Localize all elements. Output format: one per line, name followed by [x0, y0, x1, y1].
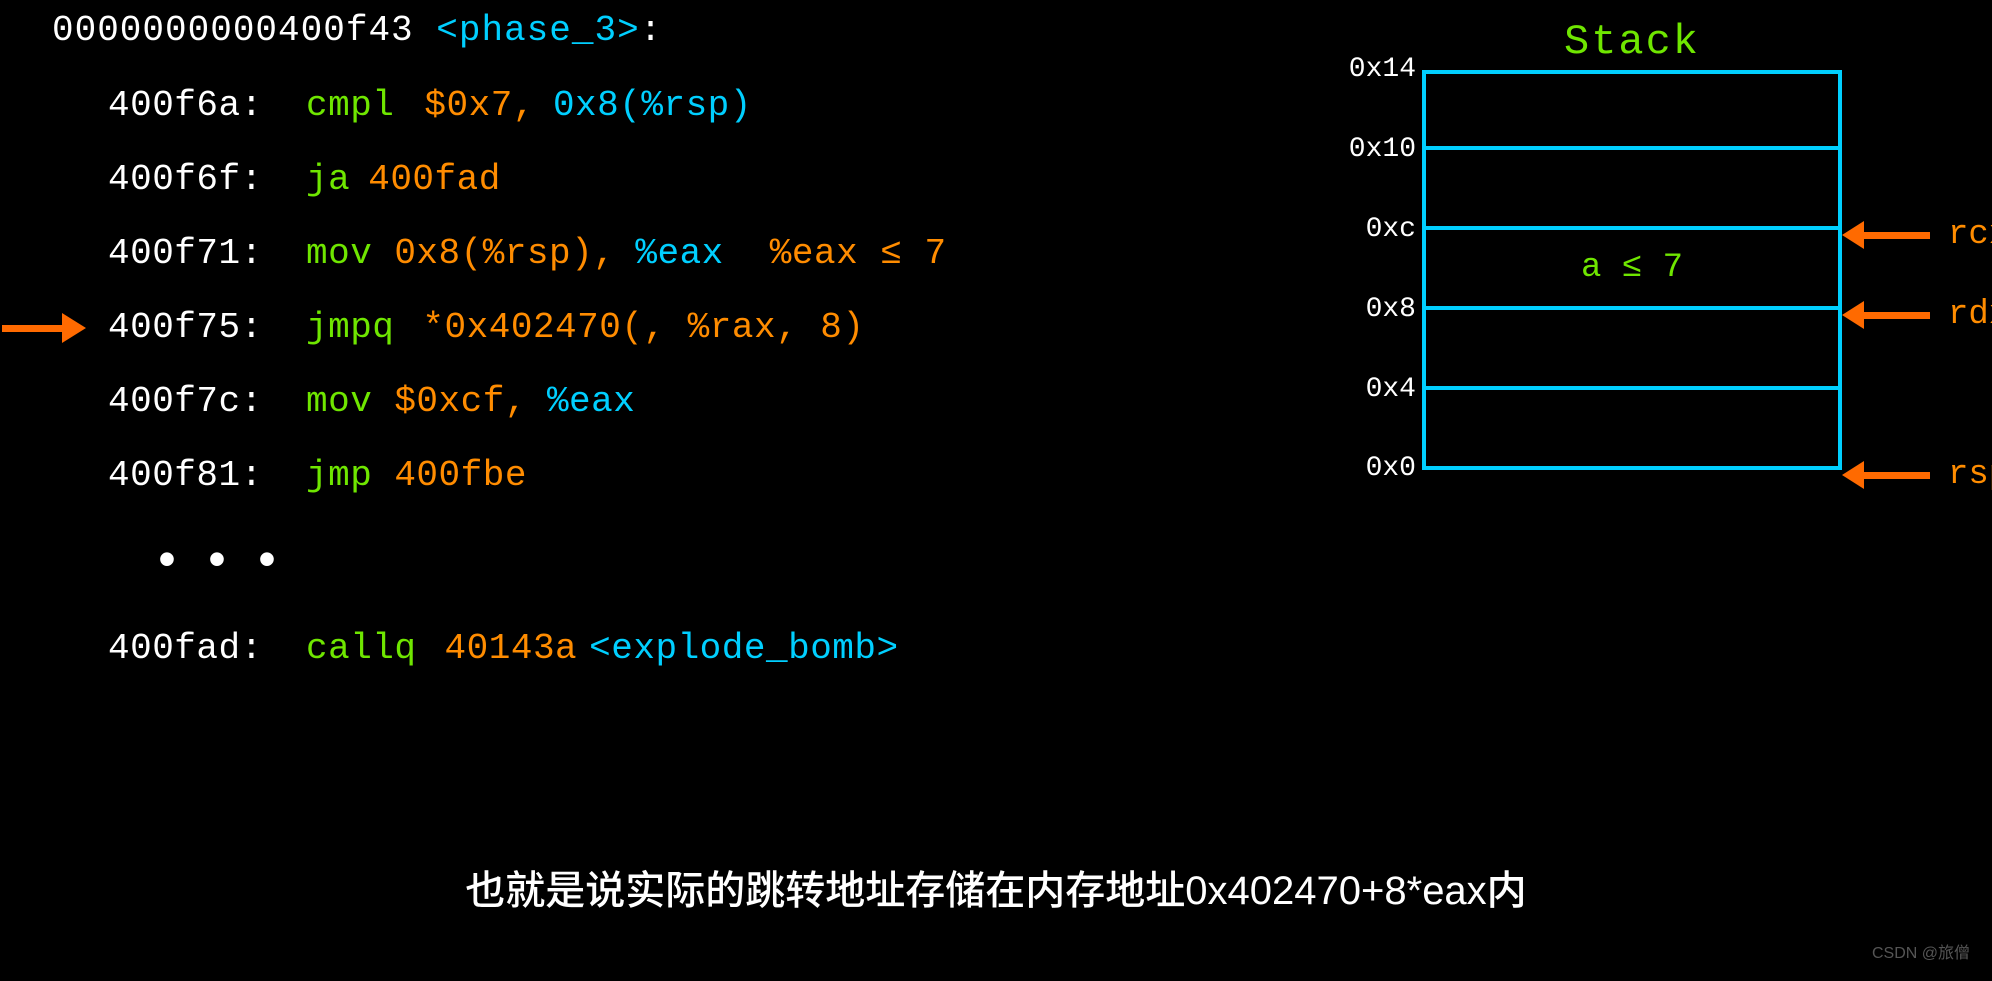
instruction-addr: 400f71:	[108, 233, 278, 274]
operand: 400fad	[368, 159, 501, 200]
instruction-line: 400f71: mov 0x8(%rsp), %eax %eax ≤ 7	[52, 233, 1102, 273]
instruction-mnemonic: jmpq	[306, 307, 394, 348]
watermark: CSDN @旅僧	[1872, 939, 1970, 963]
register-label: rsp	[1948, 456, 1992, 494]
instruction-line: 400f6f: ja 400fad	[52, 159, 1102, 199]
instruction-addr: 400f75:	[108, 307, 278, 348]
caption-text: 也就是说实际的跳转地址存储在内存地址0x402470+8*eax内	[0, 858, 1992, 916]
operand: *0x402470(, %rax, 8)	[422, 307, 864, 348]
stack-diagram: Stack 0x140x100xca ≤ 7rcx0x8rdx0x40x0rsp	[1322, 18, 1842, 470]
current-line-arrow	[2, 308, 92, 348]
instruction-mnemonic: ja	[306, 159, 350, 200]
operand: 0x8(%rsp),	[394, 233, 615, 274]
stack-offset-label: 0x14	[1322, 54, 1422, 85]
stack-row: 0x40x0rsp	[1322, 390, 1842, 470]
stack-title: Stack	[1422, 18, 1842, 66]
operand: 40143a	[445, 628, 578, 669]
instruction-mnemonic: mov	[306, 233, 372, 274]
stack-cell	[1422, 150, 1842, 230]
instruction-addr: 400f81:	[108, 455, 278, 496]
stack-offset-label: 0x10	[1322, 134, 1422, 165]
stack-offset-label: 0xc	[1322, 214, 1422, 245]
instruction-line: 400fad: callq 40143a <explode_bomb>	[52, 628, 1102, 668]
stack-cell: a ≤ 7	[1422, 230, 1842, 310]
instruction-mnemonic: mov	[306, 381, 372, 422]
stack-cell	[1422, 70, 1842, 150]
operand: %eax	[547, 381, 635, 422]
register-label: rdx	[1948, 296, 1992, 334]
instruction-addr: 400f6a:	[108, 85, 278, 126]
instruction-line: 400f6a: cmpl $0x7, 0x8(%rsp)	[52, 85, 1102, 125]
header-addr: 0000000000400f43	[52, 10, 436, 51]
instruction-line: 400f75: jmpq *0x402470(, %rax, 8)	[52, 307, 1102, 347]
operand: %eax ≤ 7	[770, 233, 947, 274]
operand: 400fbe	[394, 455, 527, 496]
header-label: <phase_3>	[436, 10, 639, 51]
function-header: 0000000000400f43 <phase_3>:	[52, 10, 1102, 51]
stack-pointer-arrow: rsp	[1842, 456, 1992, 494]
instruction-line: 400f7c: mov $0xcf, %eax	[52, 381, 1102, 421]
stack-offset-label: 0x4	[1322, 374, 1422, 405]
header-colon: :	[640, 10, 663, 51]
operand: 0x8(%rsp)	[553, 85, 752, 126]
register-label: rcx	[1948, 216, 1992, 254]
operand: $0xcf,	[394, 381, 527, 422]
ellipsis: •••	[152, 535, 1102, 592]
instruction-addr: 400f7c:	[108, 381, 278, 422]
stack-pointer-arrow: rcx	[1842, 216, 1992, 254]
instruction-addr: 400f6f:	[108, 159, 278, 200]
instruction-mnemonic: jmp	[306, 455, 372, 496]
instruction-addr: 400fad:	[108, 628, 278, 669]
stack-pointer-arrow: rdx	[1842, 296, 1992, 334]
operand: $0x7,	[424, 85, 535, 126]
instruction-line: 400f81: jmp 400fbe	[52, 455, 1102, 495]
stack-cell	[1422, 310, 1842, 390]
operand: %eax	[635, 233, 723, 274]
stack-offset-label: 0x0	[1316, 453, 1416, 484]
stack-offset-label: 0x8	[1322, 294, 1422, 325]
stack-cell-value: a ≤ 7	[1581, 249, 1683, 287]
instruction-mnemonic: cmpl	[306, 85, 394, 126]
operand: <explode_bomb>	[589, 628, 898, 669]
instruction-mnemonic: callq	[306, 628, 417, 669]
stack-cell	[1422, 390, 1842, 470]
disassembly-area: 0000000000400f43 <phase_3>: 400f6a: cmpl $…	[52, 10, 1102, 668]
